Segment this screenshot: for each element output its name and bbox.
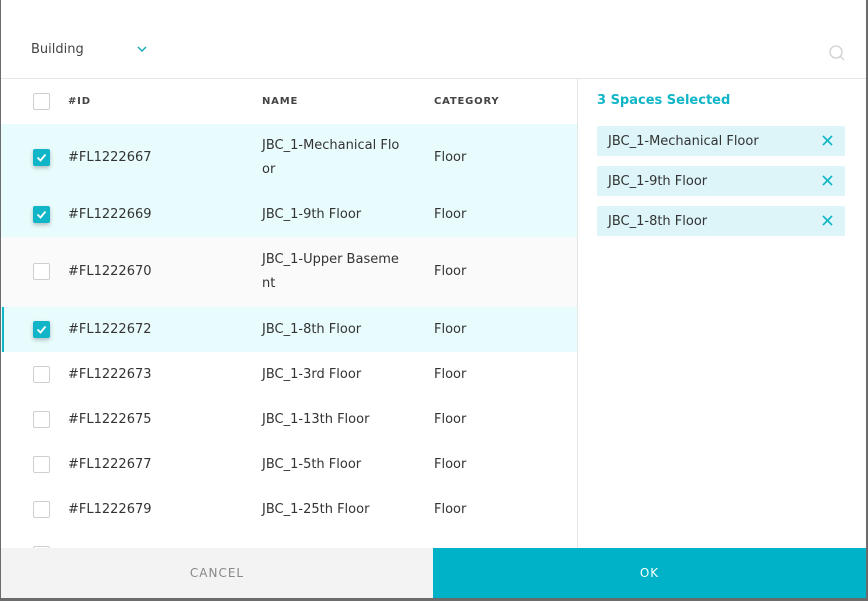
row-name: JBC_1-13th Floor [262,412,370,427]
row-id: #FL1222673 [68,367,152,382]
space-picker-dialog: Building #ID NAME CATEGORY #FL1222667 JB… [1,0,866,598]
row-checkbox[interactable] [33,501,50,518]
column-header-name: NAME [262,96,299,107]
spaces-table: #ID NAME CATEGORY #FL1222667 JBC_1-Mecha… [1,79,577,548]
row-checkbox[interactable] [33,206,50,223]
close-icon[interactable] [821,134,834,147]
table-row[interactable]: #FL1222667 JBC_1-Mechanical Floor Floor [1,124,577,192]
chip-label: JBC_1-9th Floor [608,173,708,189]
row-checkbox[interactable] [33,366,50,383]
close-icon[interactable] [821,174,834,187]
chip-label: JBC_1-Mechanical Floor [608,133,759,149]
chevron-down-icon [137,46,147,53]
row-checkbox[interactable] [33,411,50,428]
table-row[interactable]: #FL1222673 JBC_1-3rd Floor Floor [1,352,577,397]
ok-button[interactable]: OK [433,548,866,598]
row-name: JBC_1-3rd Floor [262,367,362,382]
selected-space-chip: JBC_1-8th Floor [597,206,845,236]
selected-count: 3 Spaces Selected [597,93,731,108]
column-header-id: #ID [68,96,91,107]
filter-bar: Building [1,0,866,79]
checkmark-icon [36,153,47,162]
table-row[interactable]: #FL1222675 JBC_1-13th Floor Floor [1,397,577,442]
table-row[interactable] [1,532,577,548]
selected-spaces-panel: 3 Spaces Selected JBC_1-Mechanical Floor… [578,79,866,548]
select-all-checkbox[interactable] [33,93,50,110]
row-category: Floor [434,367,467,382]
table-header: #ID NAME CATEGORY [1,79,577,124]
row-id: #FL1222669 [68,207,152,222]
close-icon[interactable] [821,214,834,227]
cancel-button[interactable]: CANCEL [1,548,433,598]
row-category: Floor [434,412,467,427]
table-row[interactable]: #FL1222670 JBC_1-Upper Basement Floor [1,237,577,307]
row-checkbox[interactable] [33,321,50,338]
column-header-category: CATEGORY [434,96,500,107]
row-name: JBC_1-8th Floor [262,322,362,337]
checkmark-icon [36,325,47,334]
row-category: Floor [434,207,467,222]
row-checkbox[interactable] [33,456,50,473]
row-category: Floor [434,457,467,472]
chip-label: JBC_1-8th Floor [608,213,708,229]
row-id: #FL1222679 [68,502,152,517]
row-checkbox[interactable] [33,263,50,280]
building-filter-dropdown[interactable]: Building [31,38,149,60]
dialog-footer: CANCEL OK [1,548,866,598]
table-row[interactable]: #FL1222669 JBC_1-9th Floor Floor [1,192,577,237]
row-name: JBC_1-25th Floor [262,502,370,517]
row-id: #FL1222670 [68,264,152,279]
row-name: JBC_1-Mechanical Floor [262,138,400,177]
row-id: #FL1222672 [68,322,152,337]
selected-space-chip: JBC_1-Mechanical Floor [597,126,845,156]
row-name: JBC_1-Upper Basement [262,252,399,291]
row-name: JBC_1-5th Floor [262,457,362,472]
row-category: Floor [434,150,467,165]
building-filter-value: Building [31,41,84,57]
row-name: JBC_1-9th Floor [262,207,362,222]
search-icon[interactable] [828,44,846,62]
selected-space-chip: JBC_1-9th Floor [597,166,845,196]
row-id: #FL1222677 [68,457,152,472]
row-category: Floor [434,264,467,279]
checkmark-icon [36,210,47,219]
table-row[interactable]: #FL1222672 JBC_1-8th Floor Floor [1,307,577,352]
table-row[interactable]: #FL1222677 JBC_1-5th Floor Floor [1,442,577,487]
row-category: Floor [434,322,467,337]
row-checkbox[interactable] [33,149,50,166]
row-id: #FL1222675 [68,412,152,427]
row-category: Floor [434,502,467,517]
row-id: #FL1222667 [68,150,152,165]
table-row[interactable]: #FL1222679 JBC_1-25th Floor Floor [1,487,577,532]
